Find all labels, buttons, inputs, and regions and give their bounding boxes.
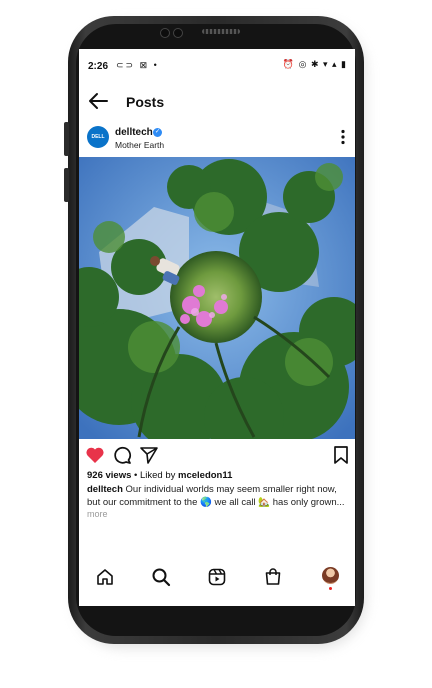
post-caption: delltech Our individual worlds may seem … [87, 483, 349, 509]
heart-icon[interactable] [85, 445, 105, 465]
post-username[interactable]: delltech [115, 127, 153, 138]
home-icon[interactable] [95, 567, 115, 587]
top-bar: Posts [79, 85, 355, 119]
phone-screen: 2:26 ⊂⊃ ⊠ • ⏰ ◎ ✱ ▾ ▴ ▮ Posts DELL dellt… [79, 49, 355, 606]
phone-volume-button [64, 122, 69, 156]
views-line: 926 views • Liked by mceledon11 [87, 470, 232, 481]
avatar[interactable]: DELL [87, 126, 109, 148]
search-icon[interactable] [151, 567, 171, 587]
post-photo-image [79, 157, 355, 439]
send-icon[interactable] [139, 445, 159, 465]
post-photo[interactable] [79, 157, 355, 439]
liked-by-user[interactable]: mceledon11 [178, 470, 232, 481]
profile-avatar[interactable] [322, 567, 339, 584]
back-arrow-icon[interactable] [87, 91, 109, 111]
status-right-icons: ⏰ ◎ ✱ ▾ ▴ ▮ [282, 59, 347, 69]
phone-power-button [64, 168, 69, 202]
post-header: DELL delltech ✓ Mother Earth [79, 123, 355, 153]
reels-icon[interactable] [207, 567, 227, 587]
caption-text: Our individual worlds may seem smaller r… [87, 484, 345, 508]
bottom-nav [79, 565, 355, 589]
shop-icon[interactable] [263, 567, 283, 587]
caption-username[interactable]: delltech [87, 484, 123, 495]
bookmark-icon[interactable] [331, 445, 351, 465]
phone-speaker [202, 29, 240, 34]
more-options-icon[interactable] [339, 129, 347, 145]
status-left-icons: ⊂⊃ ⊠ • [116, 60, 159, 70]
status-bar: 2:26 ⊂⊃ ⊠ • ⏰ ◎ ✱ ▾ ▴ ▮ [79, 49, 355, 79]
verified-badge-icon: ✓ [153, 128, 162, 137]
avatar-logo-text: DELL [91, 134, 105, 140]
caption-more-link[interactable]: more [87, 509, 108, 519]
front-camera [160, 28, 170, 38]
comment-icon[interactable] [112, 445, 132, 465]
post-actions [79, 441, 355, 469]
page-title: Posts [126, 94, 165, 110]
liked-by-prefix: • Liked by [131, 470, 179, 481]
status-time: 2:26 [88, 61, 109, 72]
notification-dot [329, 587, 332, 590]
views-count[interactable]: 926 views [87, 470, 131, 481]
front-sensor [173, 28, 183, 38]
post-location[interactable]: Mother Earth [115, 140, 164, 150]
